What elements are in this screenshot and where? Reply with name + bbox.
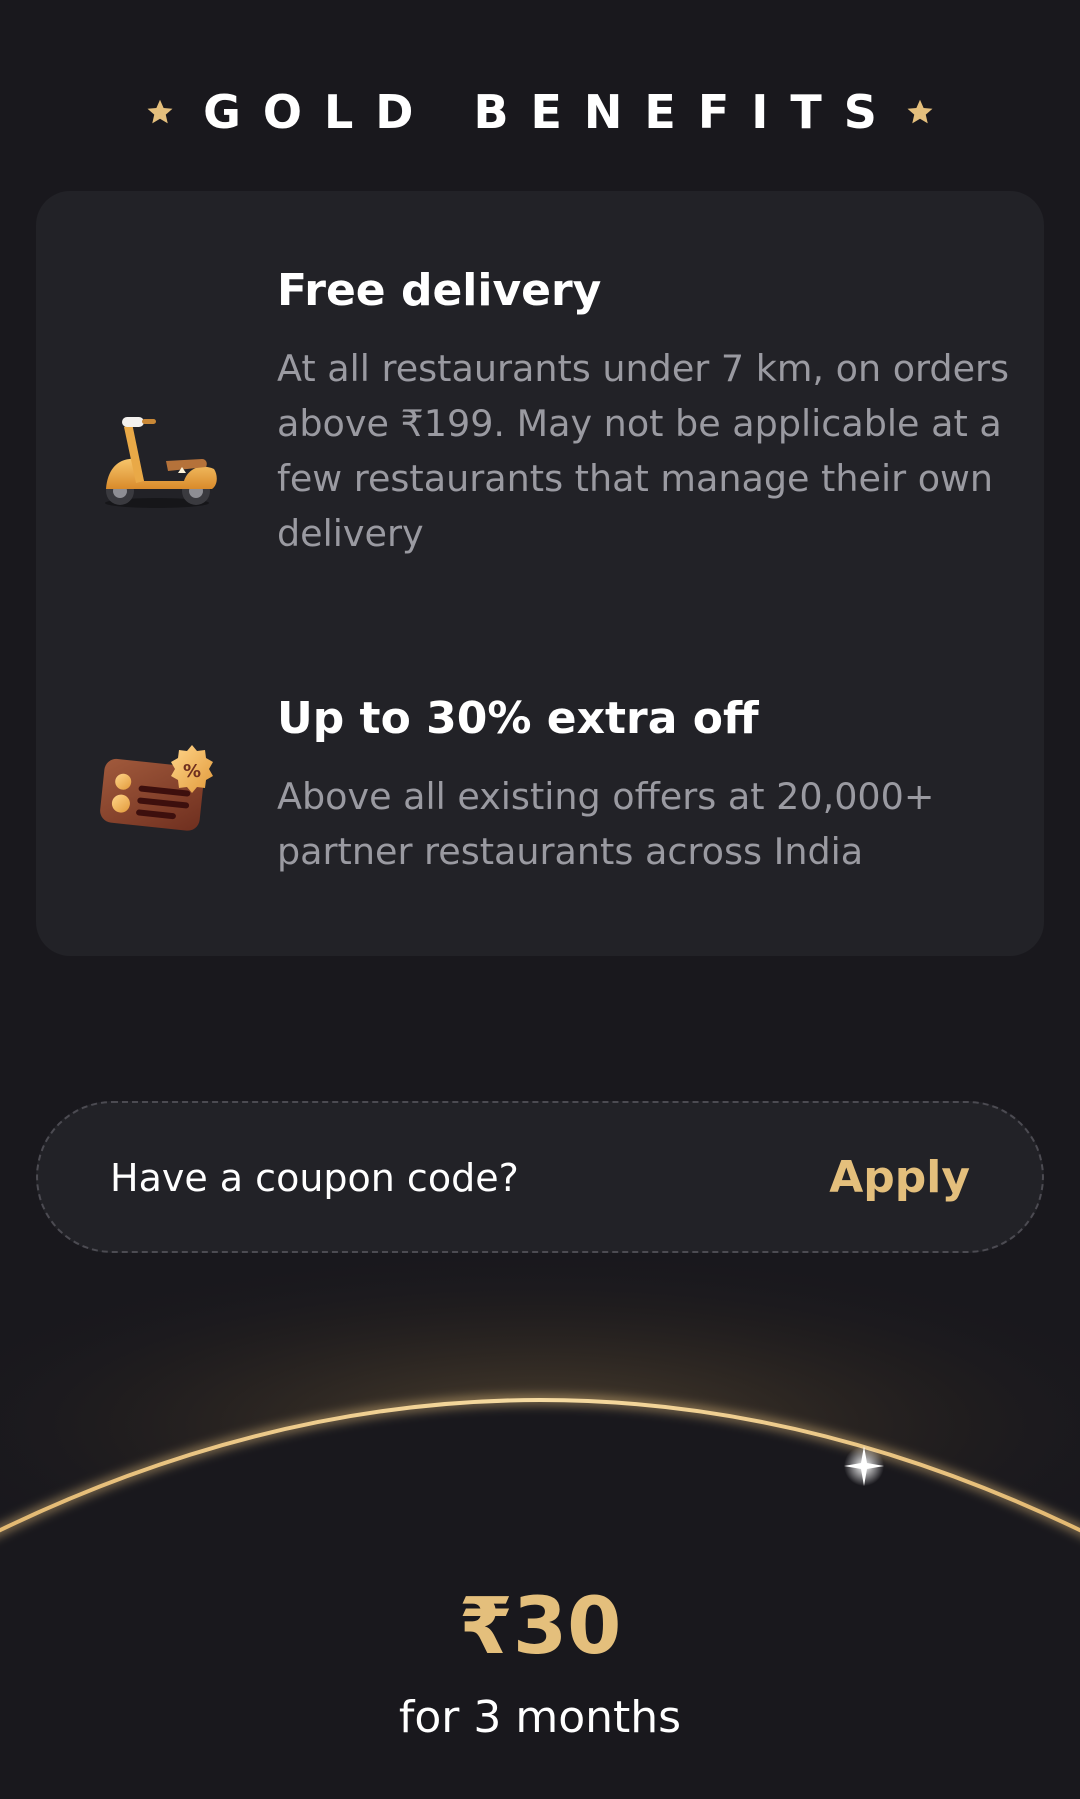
scooter-icon [92, 403, 222, 513]
coupon-code-bar[interactable]: Have a coupon code? Apply [36, 1101, 1044, 1253]
benefit-description: Above all existing offers at 20,000+ par… [277, 775, 935, 873]
benefit-text: Up to 30% extra off Above all existing o… [277, 691, 1017, 879]
golden-arc-decoration [0, 1260, 1080, 1560]
benefits-card: Free delivery At all restaurants under 7… [36, 191, 1044, 956]
star-icon [145, 97, 175, 127]
benefit-title: Up to 30% extra off [277, 693, 759, 744]
gold-membership-screen: GOLD BENEFITS Free delivery At all resta… [0, 0, 1080, 1799]
apply-coupon-button[interactable]: Apply [829, 1153, 970, 1203]
svg-text:%: % [183, 761, 201, 782]
plan-period: for 3 months [398, 1692, 682, 1743]
benefit-text: Free delivery At all restaurants under 7… [277, 263, 1017, 561]
coupon-prompt: Have a coupon code? [110, 1156, 519, 1200]
plan-price: ₹30 [458, 1582, 622, 1672]
benefit-title: Free delivery [277, 265, 602, 316]
section-header: GOLD BENEFITS [0, 80, 1080, 144]
discount-card-icon: % [92, 735, 222, 845]
benefit-description: At all restaurants under 7 km, on orders… [277, 347, 1010, 555]
star-icon [905, 97, 935, 127]
section-title: GOLD BENEFITS [203, 85, 899, 139]
